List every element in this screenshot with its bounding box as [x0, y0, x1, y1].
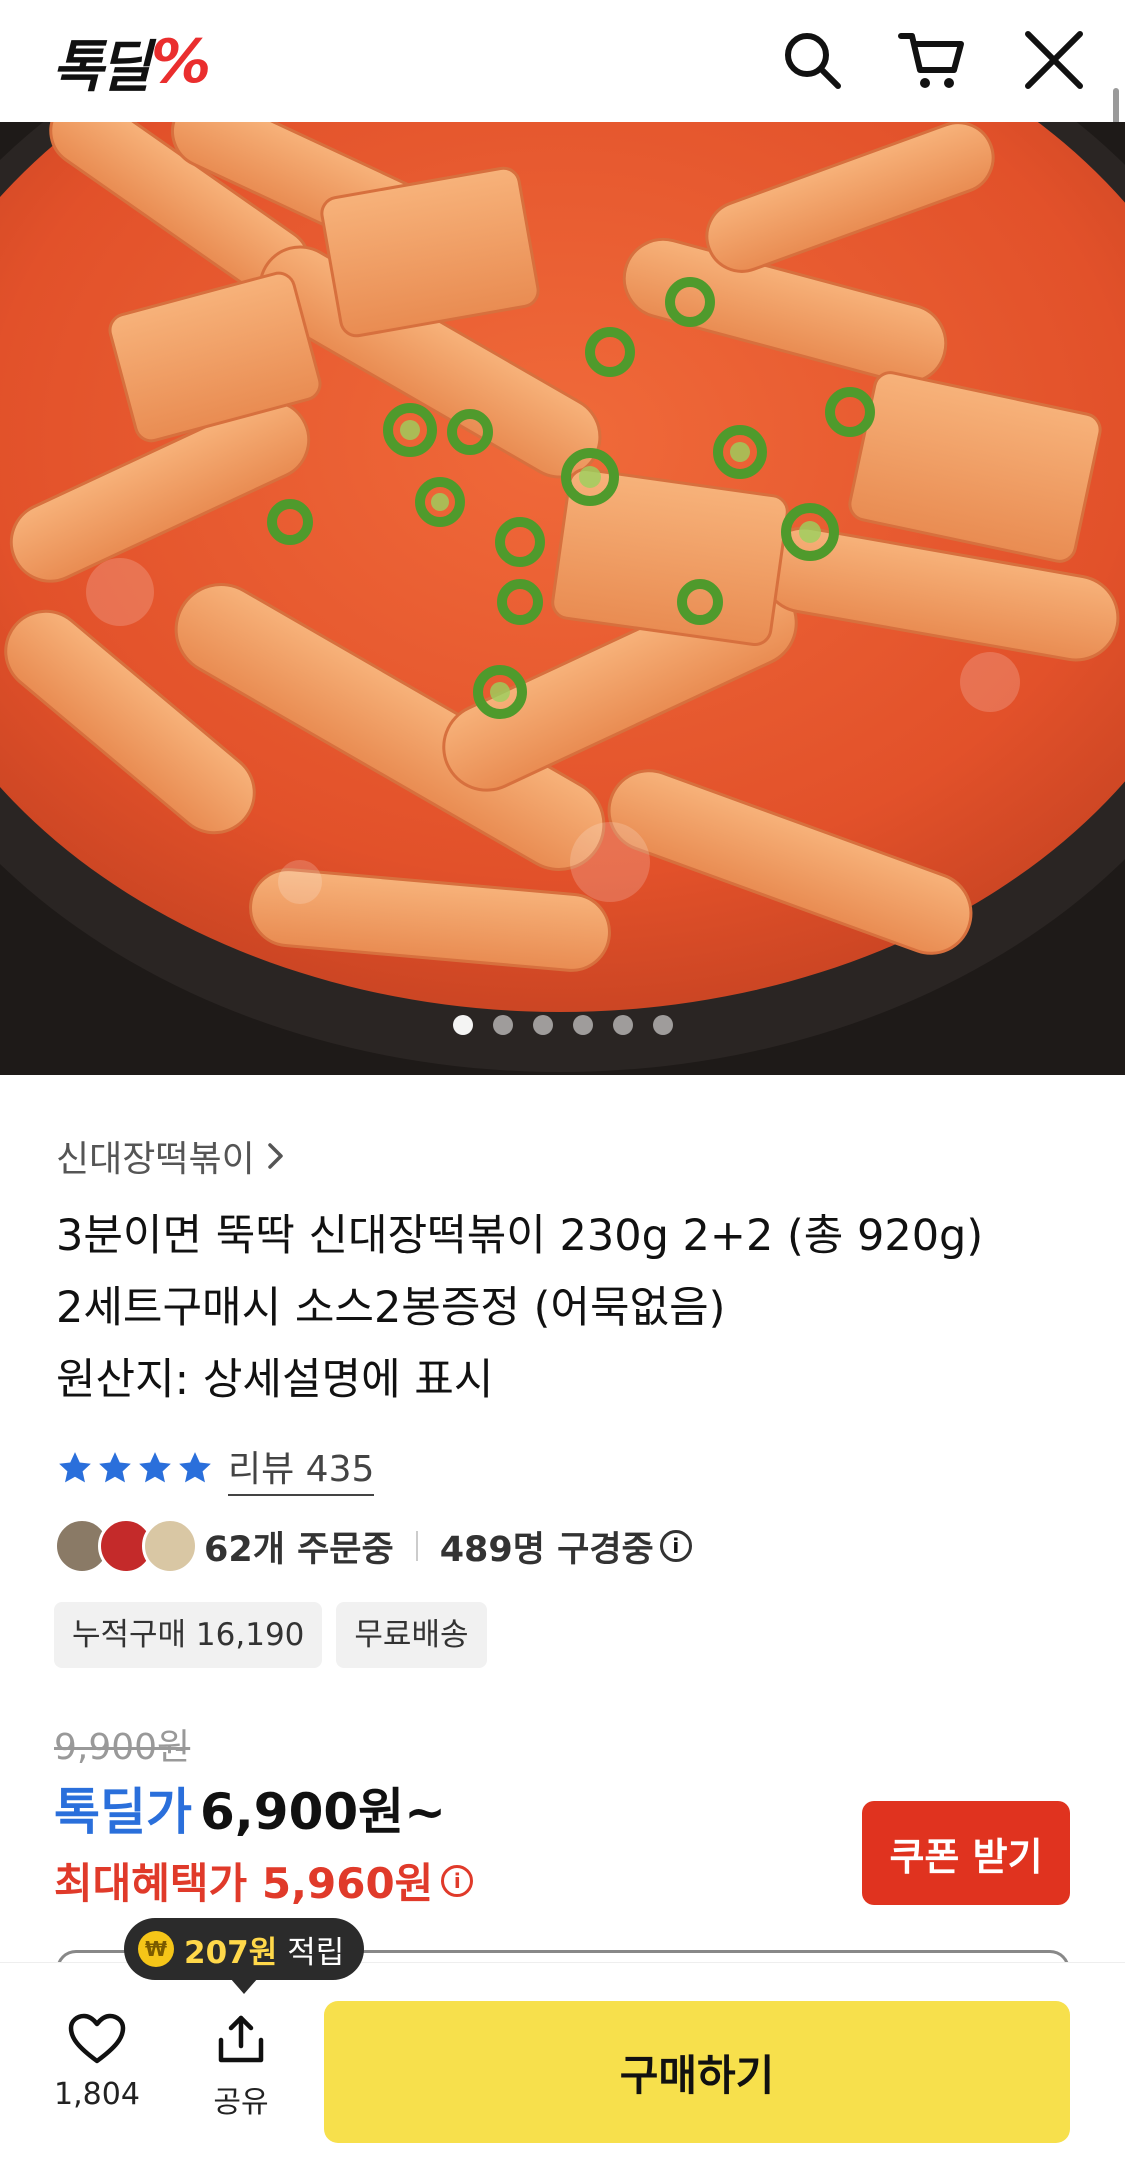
- ordering-count: 62개 주문중: [204, 1529, 394, 1570]
- info-icon[interactable]: i: [659, 1530, 692, 1562]
- product-title-line: 원산지: 상세설명에 표시: [56, 1355, 494, 1405]
- share-icon: [218, 2015, 264, 2063]
- share-button[interactable]: 공유: [196, 2013, 286, 2121]
- coin-icon: ₩: [138, 1931, 174, 1967]
- category-link-label: 신대장떡볶이: [56, 1139, 255, 1180]
- star-icon: [179, 1452, 211, 1483]
- bottom-action-bar: 1,804 공유 구매하기: [0, 1962, 1125, 2173]
- search-icon[interactable]: [780, 28, 844, 92]
- max-benefit-price: 최대혜택가 5,960원: [54, 1859, 434, 1908]
- deal-price: 6,900원~: [200, 1783, 447, 1841]
- product-chips: 누적구매 16,190 무료배송: [54, 1602, 487, 1668]
- chevron-right-icon: [267, 1143, 283, 1169]
- top-header: 톡딜 %: [0, 0, 1125, 122]
- buy-button[interactable]: 구매하기: [324, 2001, 1070, 2143]
- carousel-dot[interactable]: [612, 1015, 633, 1035]
- star-icon: [99, 1452, 131, 1483]
- chip-cumulative-sales: 누적구매 16,190: [54, 1602, 323, 1668]
- avatar: [142, 1518, 198, 1574]
- carousel-dot[interactable]: [492, 1015, 513, 1035]
- rating-stars: [56, 1449, 214, 1487]
- category-link[interactable]: 신대장떡볶이: [56, 1130, 287, 1182]
- close-icon[interactable]: [1022, 28, 1086, 92]
- info-icon[interactable]: i: [441, 1864, 474, 1897]
- chip-free-shipping: 무료배송: [336, 1602, 487, 1668]
- product-title: 3분이면 뚝딱 신대장떡볶이 230g 2+2 (총 920g) 2세트구매시 …: [56, 1200, 1076, 1416]
- carousel-dots[interactable]: [0, 1015, 1125, 1035]
- rating-row: 리뷰 435: [56, 1440, 375, 1496]
- coupon-button[interactable]: 쿠폰 받기: [862, 1801, 1070, 1905]
- points-amount: 207원: [184, 1934, 278, 1971]
- logo[interactable]: 톡딜 %: [52, 22, 211, 102]
- logo-text: 톡딜: [52, 34, 151, 100]
- like-button[interactable]: 1,804: [52, 2013, 142, 2112]
- watching-count: 489명 구경중: [439, 1529, 654, 1570]
- share-label: 공유: [213, 2085, 269, 2120]
- carousel-dot[interactable]: [452, 1015, 473, 1035]
- review-link[interactable]: 리뷰 435: [228, 1440, 375, 1496]
- divider: [415, 1531, 418, 1561]
- product-title-line: 2세트구매시 소스2봉증정 (어묵없음): [56, 1283, 726, 1333]
- points-suffix: 적립: [287, 1934, 345, 1971]
- tteokbokki-photo: [0, 122, 1125, 1075]
- deal-price-row: 톡딜가 6,900원~: [54, 1772, 446, 1844]
- buyer-avatars: [54, 1518, 204, 1574]
- deal-label: 톡딜가: [54, 1783, 192, 1841]
- social-proof-row: 62개 주문중 489명 구경중 i: [54, 1518, 692, 1574]
- star-icon: [139, 1452, 171, 1483]
- points-tooltip: ₩ 207원 적립: [124, 1918, 365, 1994]
- carousel-dot[interactable]: [532, 1015, 553, 1035]
- like-count: 1,804: [54, 2077, 140, 2112]
- logo-mark: %: [151, 27, 212, 97]
- original-price: 9,900원: [54, 1727, 191, 1768]
- star-icon: [59, 1452, 91, 1483]
- carousel-dot[interactable]: [572, 1015, 593, 1035]
- product-title-line: 3분이면 뚝딱 신대장떡볶이 230g 2+2 (총 920g): [56, 1211, 984, 1261]
- carousel-dot[interactable]: [652, 1015, 673, 1035]
- max-benefit-row: 최대혜택가 5,960원 i: [54, 1850, 474, 1911]
- cart-icon[interactable]: [898, 28, 964, 92]
- product-image-carousel[interactable]: [0, 122, 1125, 1075]
- heart-icon: [68, 2013, 126, 2064]
